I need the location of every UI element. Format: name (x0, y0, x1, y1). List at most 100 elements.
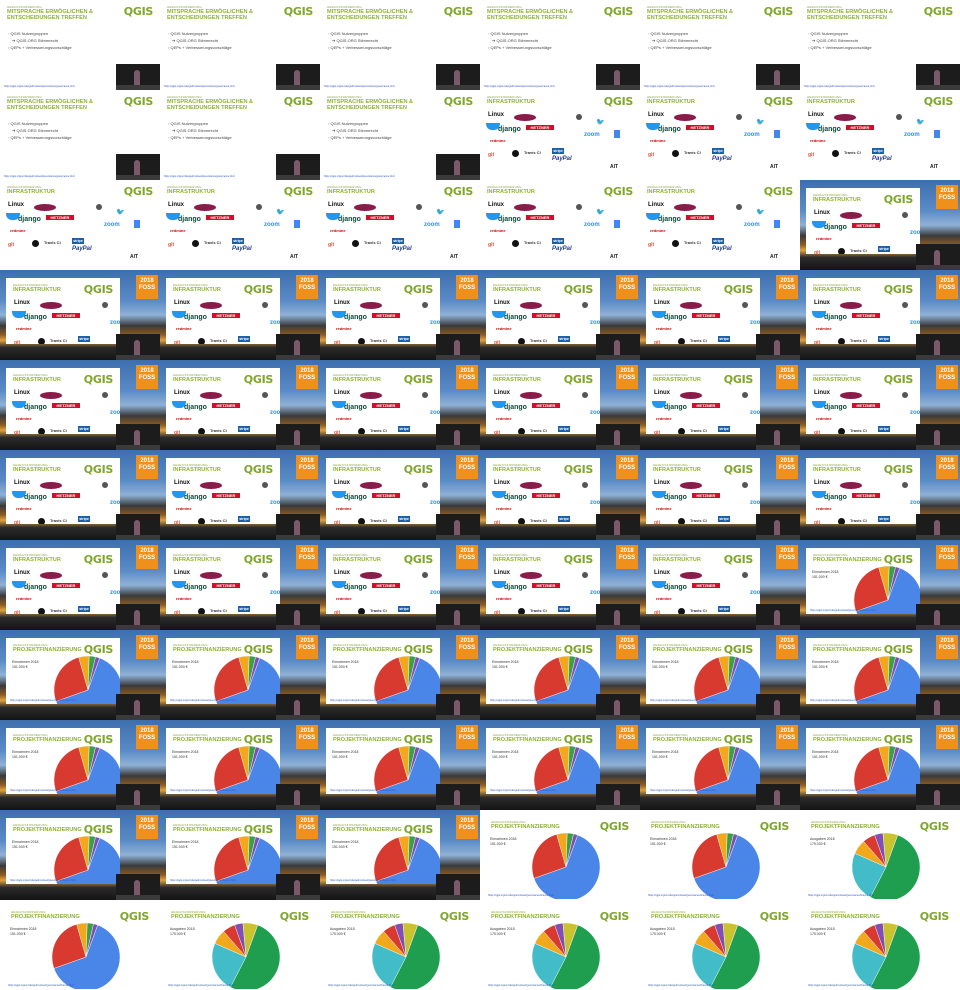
thumbnail-17[interactable]: Herausforderung Infrastruktur QGIS Linux 🐦 dj… (640, 180, 800, 270)
thumbnail-55[interactable]: Herausforderung Projektfinanzierung QGIS Ei… (0, 810, 160, 900)
thumbnail-5[interactable]: Herausforderung Mitsprache ermöglichen & … (640, 0, 800, 90)
thumbnail-28[interactable]: HerausforderungInfrastrukturQGISLinux🐦dj… (480, 360, 640, 450)
thumbnail-9[interactable]: Herausforderung Mitsprache ermöglichen & … (320, 90, 480, 180)
thumbnail-64[interactable]: Herausforderung Projektfinanzierung QGIS Au… (480, 900, 640, 990)
source-link[interactable]: https://qgis.org/en/site/getinvolved/gov… (484, 85, 555, 88)
thumbnail-46[interactable]: Herausforderung Projektfinanzierung QGIS Ei… (480, 630, 640, 720)
thumbnail-14[interactable]: Herausforderung Infrastruktur QGIS Linux 🐦 dj… (160, 180, 320, 270)
source-link[interactable]: https://qgis.org/en/site/getinvolved/gov… (650, 699, 716, 702)
source-link[interactable]: https://qgis.org/en/site/getinvolved/gov… (10, 879, 76, 882)
thumbnail-30[interactable]: HerausforderungInfrastrukturQGISLinux🐦dj… (800, 360, 960, 450)
source-link[interactable]: https://qgis.org/en/site/getinvolved/gov… (648, 984, 714, 987)
source-link[interactable]: https://qgis.org/en/site/getinvolved/gov… (10, 789, 76, 792)
source-link[interactable]: https://qgis.org/en/site/getinvolved/gov… (810, 699, 876, 702)
thumbnail-38[interactable]: HerausforderungInfrastrukturQGISLinux🐦dj… (160, 540, 320, 630)
source-link[interactable]: https://qgis.org/en/site/getinvolved/gov… (808, 894, 874, 897)
source-link[interactable]: https://qgis.org/en/site/getinvolved/gov… (170, 879, 236, 882)
thumbnail-43[interactable]: Herausforderung Projektfinanzierung QGIS Ei… (0, 630, 160, 720)
source-link[interactable]: https://qgis.org/en/site/getinvolved/gov… (488, 894, 554, 897)
thumbnail-11[interactable]: Herausforderung Infrastruktur QGIS Linux 🐦 dj… (640, 90, 800, 180)
source-link[interactable]: https://qgis.org/en/site/getinvolved/gov… (330, 879, 396, 882)
thumbnail-23[interactable]: HerausforderungInfrastrukturQGISLinux🐦dj… (640, 270, 800, 360)
thumbnail-59[interactable]: Herausforderung Projektfinanzierung QGIS Ei… (640, 810, 800, 900)
thumbnail-25[interactable]: HerausforderungInfrastrukturQGISLinux🐦dj… (0, 360, 160, 450)
thumbnail-36[interactable]: HerausforderungInfrastrukturQGISLinux🐦dj… (800, 450, 960, 540)
thumbnail-53[interactable]: Herausforderung Projektfinanzierung QGIS Ei… (640, 720, 800, 810)
thumbnail-7[interactable]: Herausforderung Mitsprache ermöglichen & … (0, 90, 160, 180)
source-link[interactable]: https://qgis.org/en/site/getinvolved/gov… (650, 789, 716, 792)
thumbnail-19[interactable]: HerausforderungInfrastrukturQGISLinux🐦dj… (0, 270, 160, 360)
thumbnail-42[interactable]: Herausforderung Projektfinanzierung QGIS Ei… (800, 540, 960, 630)
source-link[interactable]: https://qgis.org/en/site/getinvolved/gov… (4, 175, 75, 178)
thumbnail-54[interactable]: Herausforderung Projektfinanzierung QGIS Ei… (800, 720, 960, 810)
thumbnail-52[interactable]: Herausforderung Projektfinanzierung QGIS Ei… (480, 720, 640, 810)
thumbnail-15[interactable]: Herausforderung Infrastruktur QGIS Linux 🐦 dj… (320, 180, 480, 270)
source-link[interactable]: https://qgis.org/en/site/getinvolved/gov… (164, 175, 235, 178)
thumbnail-21[interactable]: HerausforderungInfrastrukturQGISLinux🐦dj… (320, 270, 480, 360)
thumbnail-24[interactable]: HerausforderungInfrastrukturQGISLinux🐦dj… (800, 270, 960, 360)
thumbnail-13[interactable]: Herausforderung Infrastruktur QGIS Linux 🐦 dj… (0, 180, 160, 270)
thumbnail-16[interactable]: Herausforderung Infrastruktur QGIS Linux 🐦 dj… (480, 180, 640, 270)
thumbnail-18[interactable]: HerausforderungInfrastrukturQGISLinux🐦dj… (800, 180, 960, 270)
thumbnail-47[interactable]: Herausforderung Projektfinanzierung QGIS Ei… (640, 630, 800, 720)
source-link[interactable]: https://qgis.org/en/site/getinvolved/gov… (490, 789, 556, 792)
thumbnail-10[interactable]: Herausforderung Infrastruktur QGIS Linux 🐦 dj… (480, 90, 640, 180)
thumbnail-26[interactable]: HerausforderungInfrastrukturQGISLinux🐦dj… (160, 360, 320, 450)
source-link[interactable]: https://qgis.org/en/site/getinvolved/gov… (324, 85, 395, 88)
thumbnail-37[interactable]: HerausforderungInfrastrukturQGISLinux🐦dj… (0, 540, 160, 630)
source-link[interactable]: https://qgis.org/en/site/getinvolved/gov… (808, 984, 874, 987)
thumbnail-41[interactable]: HerausforderungInfrastrukturQGISLinux🐦dj… (640, 540, 800, 630)
thumbnail-29[interactable]: HerausforderungInfrastrukturQGISLinux🐦dj… (640, 360, 800, 450)
source-link[interactable]: https://qgis.org/en/site/getinvolved/gov… (644, 85, 715, 88)
thumbnail-57[interactable]: Herausforderung Projektfinanzierung QGIS Ei… (320, 810, 480, 900)
source-link[interactable]: https://qgis.org/en/site/getinvolved/gov… (10, 699, 76, 702)
source-link[interactable]: https://qgis.org/en/site/getinvolved/gov… (490, 699, 556, 702)
thumbnail-51[interactable]: Herausforderung Projektfinanzierung QGIS Ei… (320, 720, 480, 810)
source-link[interactable]: https://qgis.org/en/site/getinvolved/gov… (168, 984, 234, 987)
source-link[interactable]: https://qgis.org/en/site/getinvolved/gov… (4, 85, 75, 88)
source-link[interactable]: https://qgis.org/en/site/getinvolved/gov… (328, 984, 394, 987)
thumbnail-4[interactable]: Herausforderung Mitsprache ermöglichen & … (480, 0, 640, 90)
thumbnail-56[interactable]: Herausforderung Projektfinanzierung QGIS Ei… (160, 810, 320, 900)
thumbnail-34[interactable]: HerausforderungInfrastrukturQGISLinux🐦dj… (480, 450, 640, 540)
source-link[interactable]: https://qgis.org/en/site/getinvolved/gov… (170, 789, 236, 792)
thumbnail-49[interactable]: Herausforderung Projektfinanzierung QGIS Ei… (0, 720, 160, 810)
thumbnail-40[interactable]: HerausforderungInfrastrukturQGISLinux🐦dj… (480, 540, 640, 630)
source-link[interactable]: https://qgis.org/en/site/getinvolved/gov… (810, 609, 876, 612)
thumbnail-60[interactable]: Herausforderung Projektfinanzierung QGIS Au… (800, 810, 960, 900)
thumbnail-33[interactable]: HerausforderungInfrastrukturQGISLinux🐦dj… (320, 450, 480, 540)
source-link[interactable]: https://qgis.org/en/site/getinvolved/gov… (8, 984, 74, 987)
thumbnail-8[interactable]: Herausforderung Mitsprache ermöglichen & … (160, 90, 320, 180)
thumbnail-22[interactable]: HerausforderungInfrastrukturQGISLinux🐦dj… (480, 270, 640, 360)
thumbnail-50[interactable]: Herausforderung Projektfinanzierung QGIS Ei… (160, 720, 320, 810)
thumbnail-3[interactable]: Herausforderung Mitsprache ermöglichen & … (320, 0, 480, 90)
thumbnail-48[interactable]: Herausforderung Projektfinanzierung QGIS Ei… (800, 630, 960, 720)
thumbnail-62[interactable]: Herausforderung Projektfinanzierung QGIS Au… (160, 900, 320, 990)
thumbnail-39[interactable]: HerausforderungInfrastrukturQGISLinux🐦dj… (320, 540, 480, 630)
source-link[interactable]: https://qgis.org/en/site/getinvolved/gov… (330, 789, 396, 792)
thumbnail-45[interactable]: Herausforderung Projektfinanzierung QGIS Ei… (320, 630, 480, 720)
source-link[interactable]: https://qgis.org/en/site/getinvolved/gov… (804, 85, 875, 88)
thumbnail-66[interactable]: Herausforderung Projektfinanzierung QGIS Au… (800, 900, 960, 990)
thumbnail-44[interactable]: Herausforderung Projektfinanzierung QGIS Ei… (160, 630, 320, 720)
thumbnail-2[interactable]: Herausforderung Mitsprache ermöglichen & … (160, 0, 320, 90)
source-link[interactable]: https://qgis.org/en/site/getinvolved/gov… (648, 894, 714, 897)
source-link[interactable]: https://qgis.org/en/site/getinvolved/gov… (170, 699, 236, 702)
thumbnail-61[interactable]: Herausforderung Projektfinanzierung QGIS Ei… (0, 900, 160, 990)
thumbnail-35[interactable]: HerausforderungInfrastrukturQGISLinux🐦dj… (640, 450, 800, 540)
source-link[interactable]: https://qgis.org/en/site/getinvolved/gov… (330, 699, 396, 702)
source-link[interactable]: https://qgis.org/en/site/getinvolved/gov… (324, 175, 395, 178)
thumbnail-32[interactable]: HerausforderungInfrastrukturQGISLinux🐦dj… (160, 450, 320, 540)
thumbnail-20[interactable]: HerausforderungInfrastrukturQGISLinux🐦dj… (160, 270, 320, 360)
source-link[interactable]: https://qgis.org/en/site/getinvolved/gov… (488, 984, 554, 987)
thumbnail-1[interactable]: Herausforderung Mitsprache ermöglichen & … (0, 0, 160, 90)
source-link[interactable]: https://qgis.org/en/site/getinvolved/gov… (164, 85, 235, 88)
thumbnail-58[interactable]: Herausforderung Projektfinanzierung QGIS Ei… (480, 810, 640, 900)
thumbnail-63[interactable]: Herausforderung Projektfinanzierung QGIS Au… (320, 900, 480, 990)
thumbnail-31[interactable]: HerausforderungInfrastrukturQGISLinux🐦dj… (0, 450, 160, 540)
thumbnail-6[interactable]: Herausforderung Mitsprache ermöglichen & … (800, 0, 960, 90)
thumbnail-12[interactable]: Herausforderung Infrastruktur QGIS Linux 🐦 dj… (800, 90, 960, 180)
thumbnail-27[interactable]: HerausforderungInfrastrukturQGISLinux🐦dj… (320, 360, 480, 450)
thumbnail-65[interactable]: Herausforderung Projektfinanzierung QGIS Au… (640, 900, 800, 990)
source-link[interactable]: https://qgis.org/en/site/getinvolved/gov… (810, 789, 876, 792)
